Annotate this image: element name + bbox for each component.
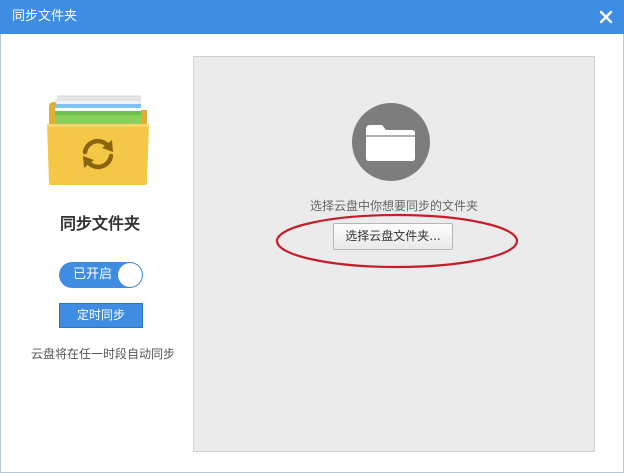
sync-folder-icon xyxy=(47,95,149,185)
select-cloud-folder-button[interactable]: 选择云盘文件夹... xyxy=(333,223,453,250)
auto-sync-note: 云盘将在任一时段自动同步 xyxy=(30,347,175,361)
sync-folder-heading: 同步文件夹 xyxy=(59,214,140,233)
empty-folder-icon xyxy=(352,103,430,181)
sync-toggle-label: 已开启 xyxy=(73,267,113,282)
select-folder-hint: 选择云盘中你想要同步的文件夹 xyxy=(309,199,478,213)
sync-toggle[interactable]: 已开启 xyxy=(59,262,143,288)
window-title: 同步文件夹 xyxy=(12,9,78,24)
close-button[interactable] xyxy=(596,7,616,27)
window-titlebar: 同步文件夹 xyxy=(0,0,624,34)
close-icon xyxy=(599,10,613,24)
toggle-knob xyxy=(118,263,142,287)
scheduled-sync-button[interactable]: 定时同步 xyxy=(59,303,143,328)
